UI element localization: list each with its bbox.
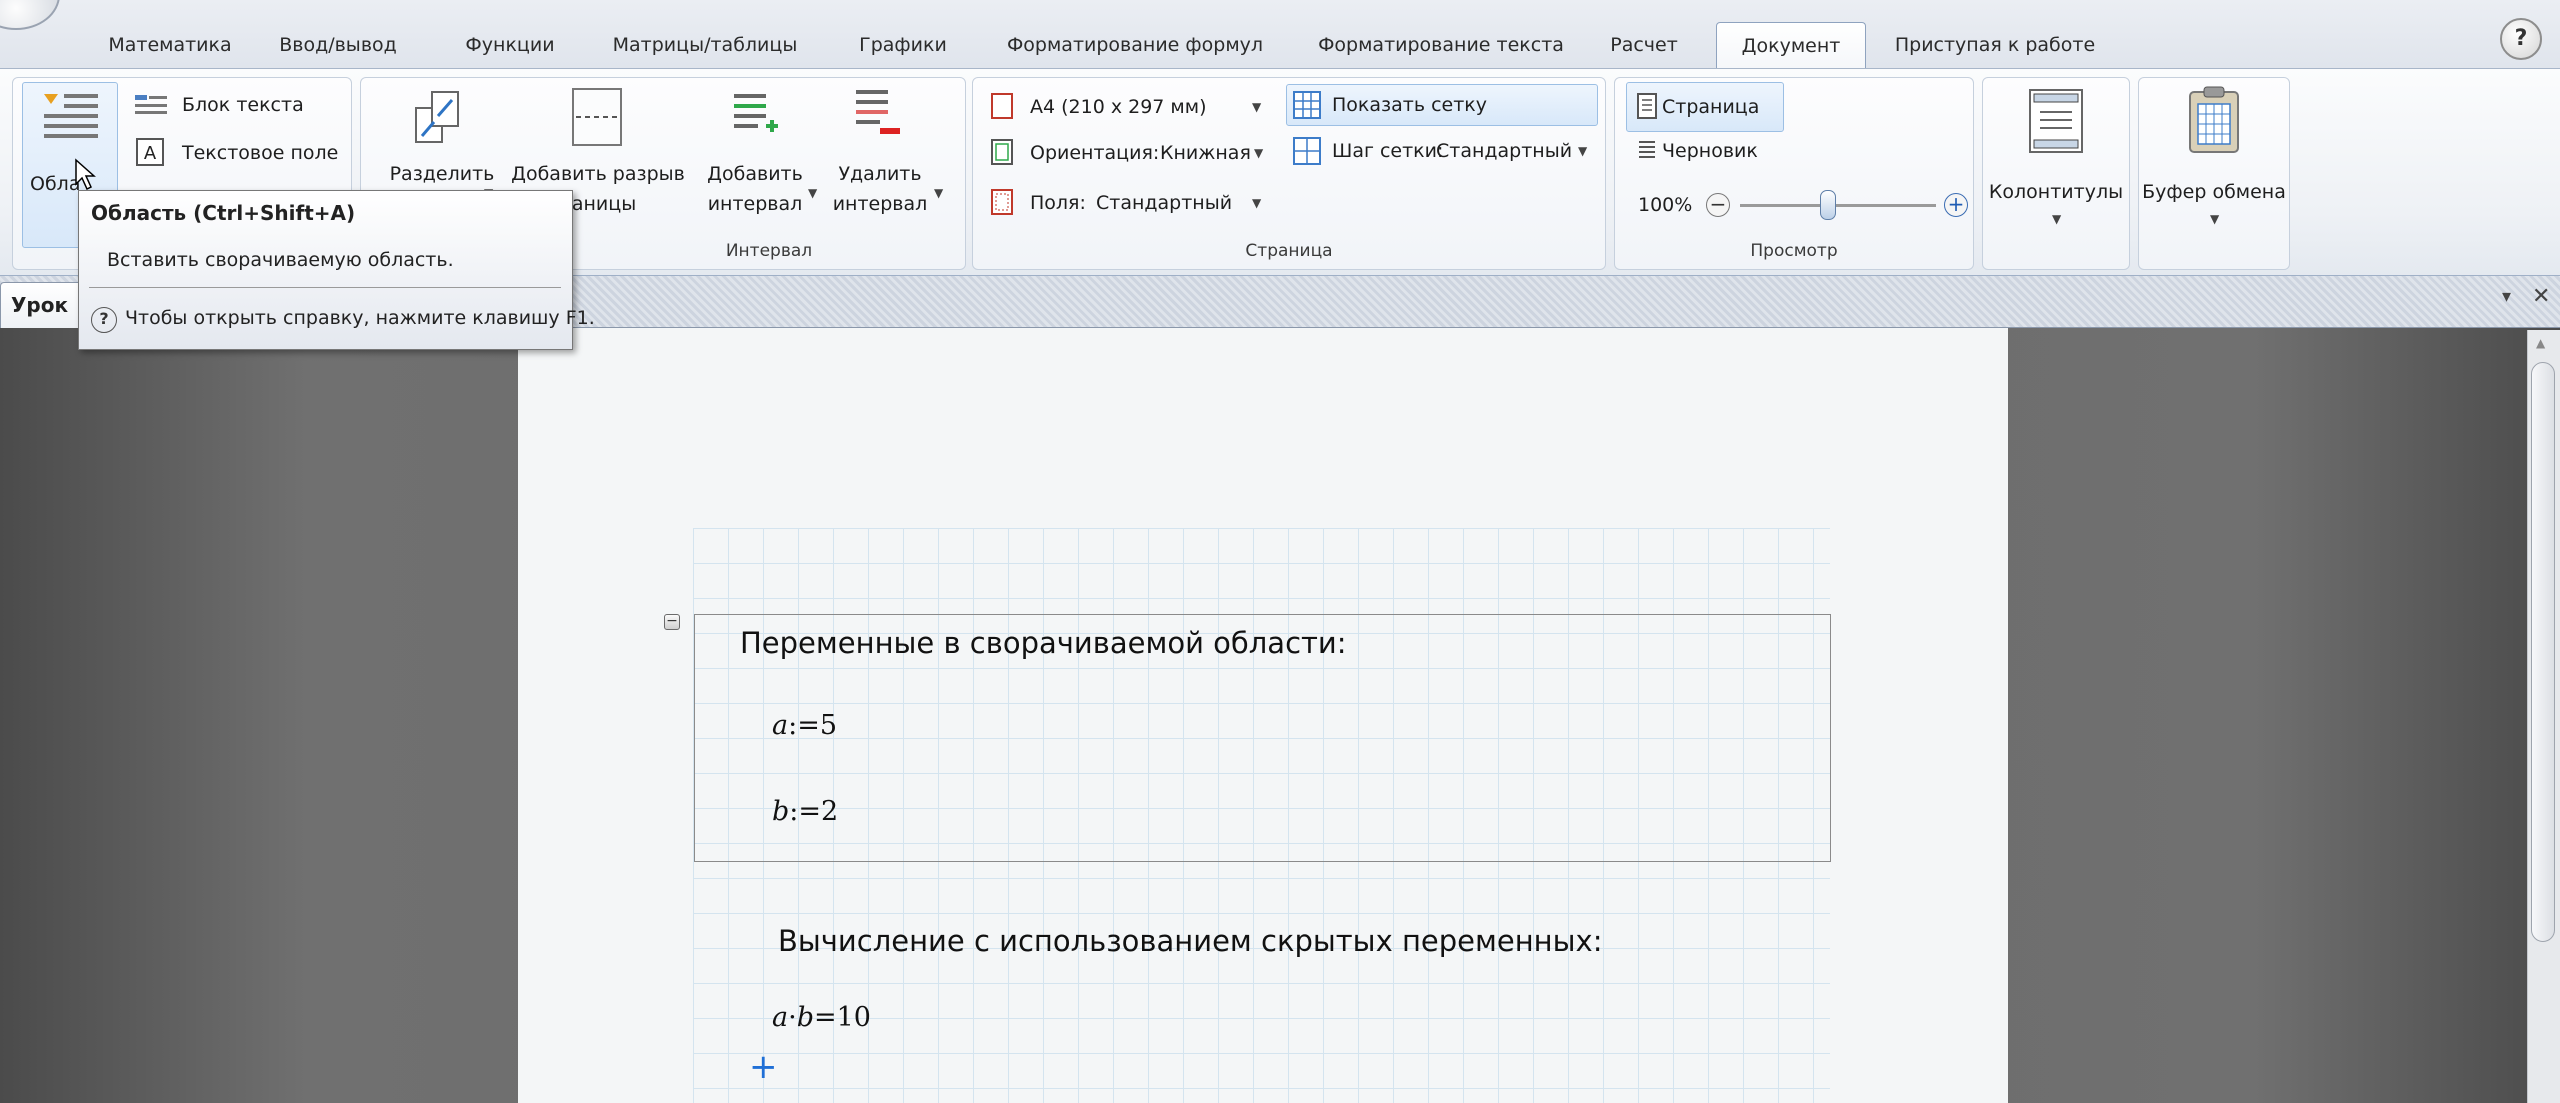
grid-step-dropdown[interactable]: Стандартный: [1436, 136, 1572, 166]
zoom-value: 100%: [1638, 194, 1693, 216]
math-region-calc[interactable]: a·b=10: [772, 1002, 871, 1033]
calc-result: 10: [836, 1002, 871, 1033]
delete-interval-button[interactable]: Удалить: [830, 162, 930, 186]
tab-plots[interactable]: Графики: [848, 22, 958, 68]
clipboard-button[interactable]: Буфер обмена: [2142, 180, 2286, 204]
var-b-assign: :=: [789, 796, 822, 827]
margins-caret[interactable]: ▼: [1252, 196, 1261, 210]
orientation-icon: [991, 139, 1013, 165]
margins-dropdown[interactable]: Стандартный: [1096, 188, 1232, 218]
margins-icon: [991, 189, 1013, 215]
zoom-out-button[interactable]: −: [1706, 193, 1730, 217]
tooltip-separator: [89, 287, 561, 288]
tab-getting-started[interactable]: Приступая к работе: [1890, 22, 2100, 68]
text-field-icon: A: [136, 138, 164, 166]
insertion-cursor: +: [749, 1047, 778, 1087]
tooltip-description: Вставить сворачиваемую область.: [107, 249, 454, 271]
clipboard-icon: [2189, 86, 2239, 153]
calc-equals: =: [814, 1002, 837, 1033]
close-document-icon[interactable]: ✕: [2532, 284, 2550, 309]
page-break-icon: [572, 88, 622, 146]
var-b-name: b: [772, 796, 790, 827]
calc-var-a: a: [772, 1002, 789, 1033]
orientation-dropdown[interactable]: Книжная: [1160, 138, 1251, 168]
paper-size-dropdown[interactable]: A4 (210 x 297 мм): [1030, 92, 1207, 122]
var-a-name: a: [772, 710, 789, 741]
text-field-button[interactable]: Текстовое поле: [182, 138, 338, 168]
delete-interval-dropdown-caret[interactable]: ▼: [934, 186, 943, 200]
tab-functions[interactable]: Функции: [452, 22, 568, 68]
tab-math-formatting[interactable]: Форматирование формул: [1000, 22, 1270, 68]
math-region-a[interactable]: a:=5: [772, 710, 837, 741]
split-icon: [415, 91, 459, 143]
interval-group-label: Интервал: [725, 241, 813, 261]
math-region-b[interactable]: b:=2: [772, 796, 838, 827]
svg-text:A: A: [144, 143, 157, 164]
view-group-label: Просмотр: [1750, 241, 1838, 261]
paper-size-caret[interactable]: ▼: [1252, 100, 1261, 114]
tab-math[interactable]: Математика: [90, 22, 250, 68]
page-mode-icon: [1637, 93, 1657, 119]
margins-label: Поля:: [1030, 192, 1086, 214]
add-interval-icon: [734, 94, 778, 132]
add-interval-dropdown-caret[interactable]: ▼: [808, 186, 817, 200]
document-tab[interactable]: Урок: [0, 282, 90, 328]
var-a-value: 5: [819, 710, 838, 741]
orientation-caret[interactable]: ▼: [1254, 146, 1263, 160]
headers-footers-caret[interactable]: ▼: [2052, 212, 2061, 226]
split-button[interactable]: Разделить: [380, 162, 504, 186]
help-button[interactable]: ?: [2500, 18, 2542, 60]
document-list-dropdown-icon[interactable]: ▾: [2502, 286, 2511, 307]
calc-var-b: b: [796, 1002, 814, 1033]
zoom-in-button[interactable]: +: [1944, 193, 1968, 217]
page-mode-label: Страница: [1662, 96, 1760, 118]
clipboard-caret[interactable]: ▼: [2210, 212, 2219, 226]
add-interval-button[interactable]: Добавить: [700, 162, 810, 186]
calc-multiply: ·: [788, 1002, 797, 1033]
grid-icon: [1293, 91, 1321, 119]
calc-title-text[interactable]: Вычисление с использованием скрытых пере…: [778, 924, 1602, 958]
vertical-scrollbar-thumb[interactable]: [2531, 362, 2555, 942]
tab-document[interactable]: Документ: [1716, 22, 1866, 68]
draft-mode-icon: [1639, 141, 1655, 158]
tab-text-formatting[interactable]: Форматирование текста: [1310, 22, 1572, 68]
draft-mode-button[interactable]: Черновик: [1662, 136, 1758, 166]
mouse-cursor-icon: [75, 158, 96, 191]
headers-footers-button[interactable]: Колонтитулы: [1986, 180, 2126, 204]
text-block-button[interactable]: Блок текста: [182, 90, 304, 120]
grid-step-label: Шаг сетки:: [1332, 140, 1444, 162]
paper-size-icon: [991, 93, 1013, 119]
delete-interval-label-2: интервал: [832, 193, 928, 215]
text-block-icon: [135, 95, 167, 114]
grid-step-caret[interactable]: ▼: [1578, 144, 1587, 158]
add-page-break-button[interactable]: Добавить разрыв: [510, 162, 686, 186]
grid-step-icon: [1293, 137, 1321, 165]
orientation-label: Ориентация:: [1030, 142, 1160, 164]
tooltip-region: Область (Ctrl+Shift+A) Вставить сворачив…: [78, 190, 595, 350]
collapse-area-button[interactable]: −: [664, 614, 680, 630]
add-interval-label-2: интервал: [707, 193, 803, 215]
tooltip-title: Область (Ctrl+Shift+A): [91, 201, 356, 225]
show-grid-label: Показать сетку: [1332, 94, 1488, 116]
tooltip-help-text: Чтобы открыть справку, нажмите клавишу F…: [125, 307, 595, 329]
area-title-text[interactable]: Переменные в сворачиваемой области:: [740, 626, 1347, 660]
headers-footers-icon: [2029, 89, 2083, 153]
tab-io[interactable]: Ввод/вывод: [268, 22, 408, 68]
tab-calculation[interactable]: Расчет: [1602, 22, 1686, 68]
delete-interval-icon: [856, 90, 900, 134]
zoom-slider-thumb[interactable]: [1820, 190, 1837, 220]
region-icon: [44, 94, 98, 138]
tab-matrices[interactable]: Матрицы/таблицы: [610, 22, 800, 68]
page-group-label: Страница: [1245, 241, 1333, 261]
tooltip-help-icon: ?: [91, 307, 117, 333]
scroll-up-arrow-icon[interactable]: ▲: [2536, 336, 2545, 350]
var-a-assign: :=: [788, 710, 820, 741]
zoom-slider-track[interactable]: [1740, 204, 1936, 207]
var-b-value: 2: [821, 796, 839, 827]
